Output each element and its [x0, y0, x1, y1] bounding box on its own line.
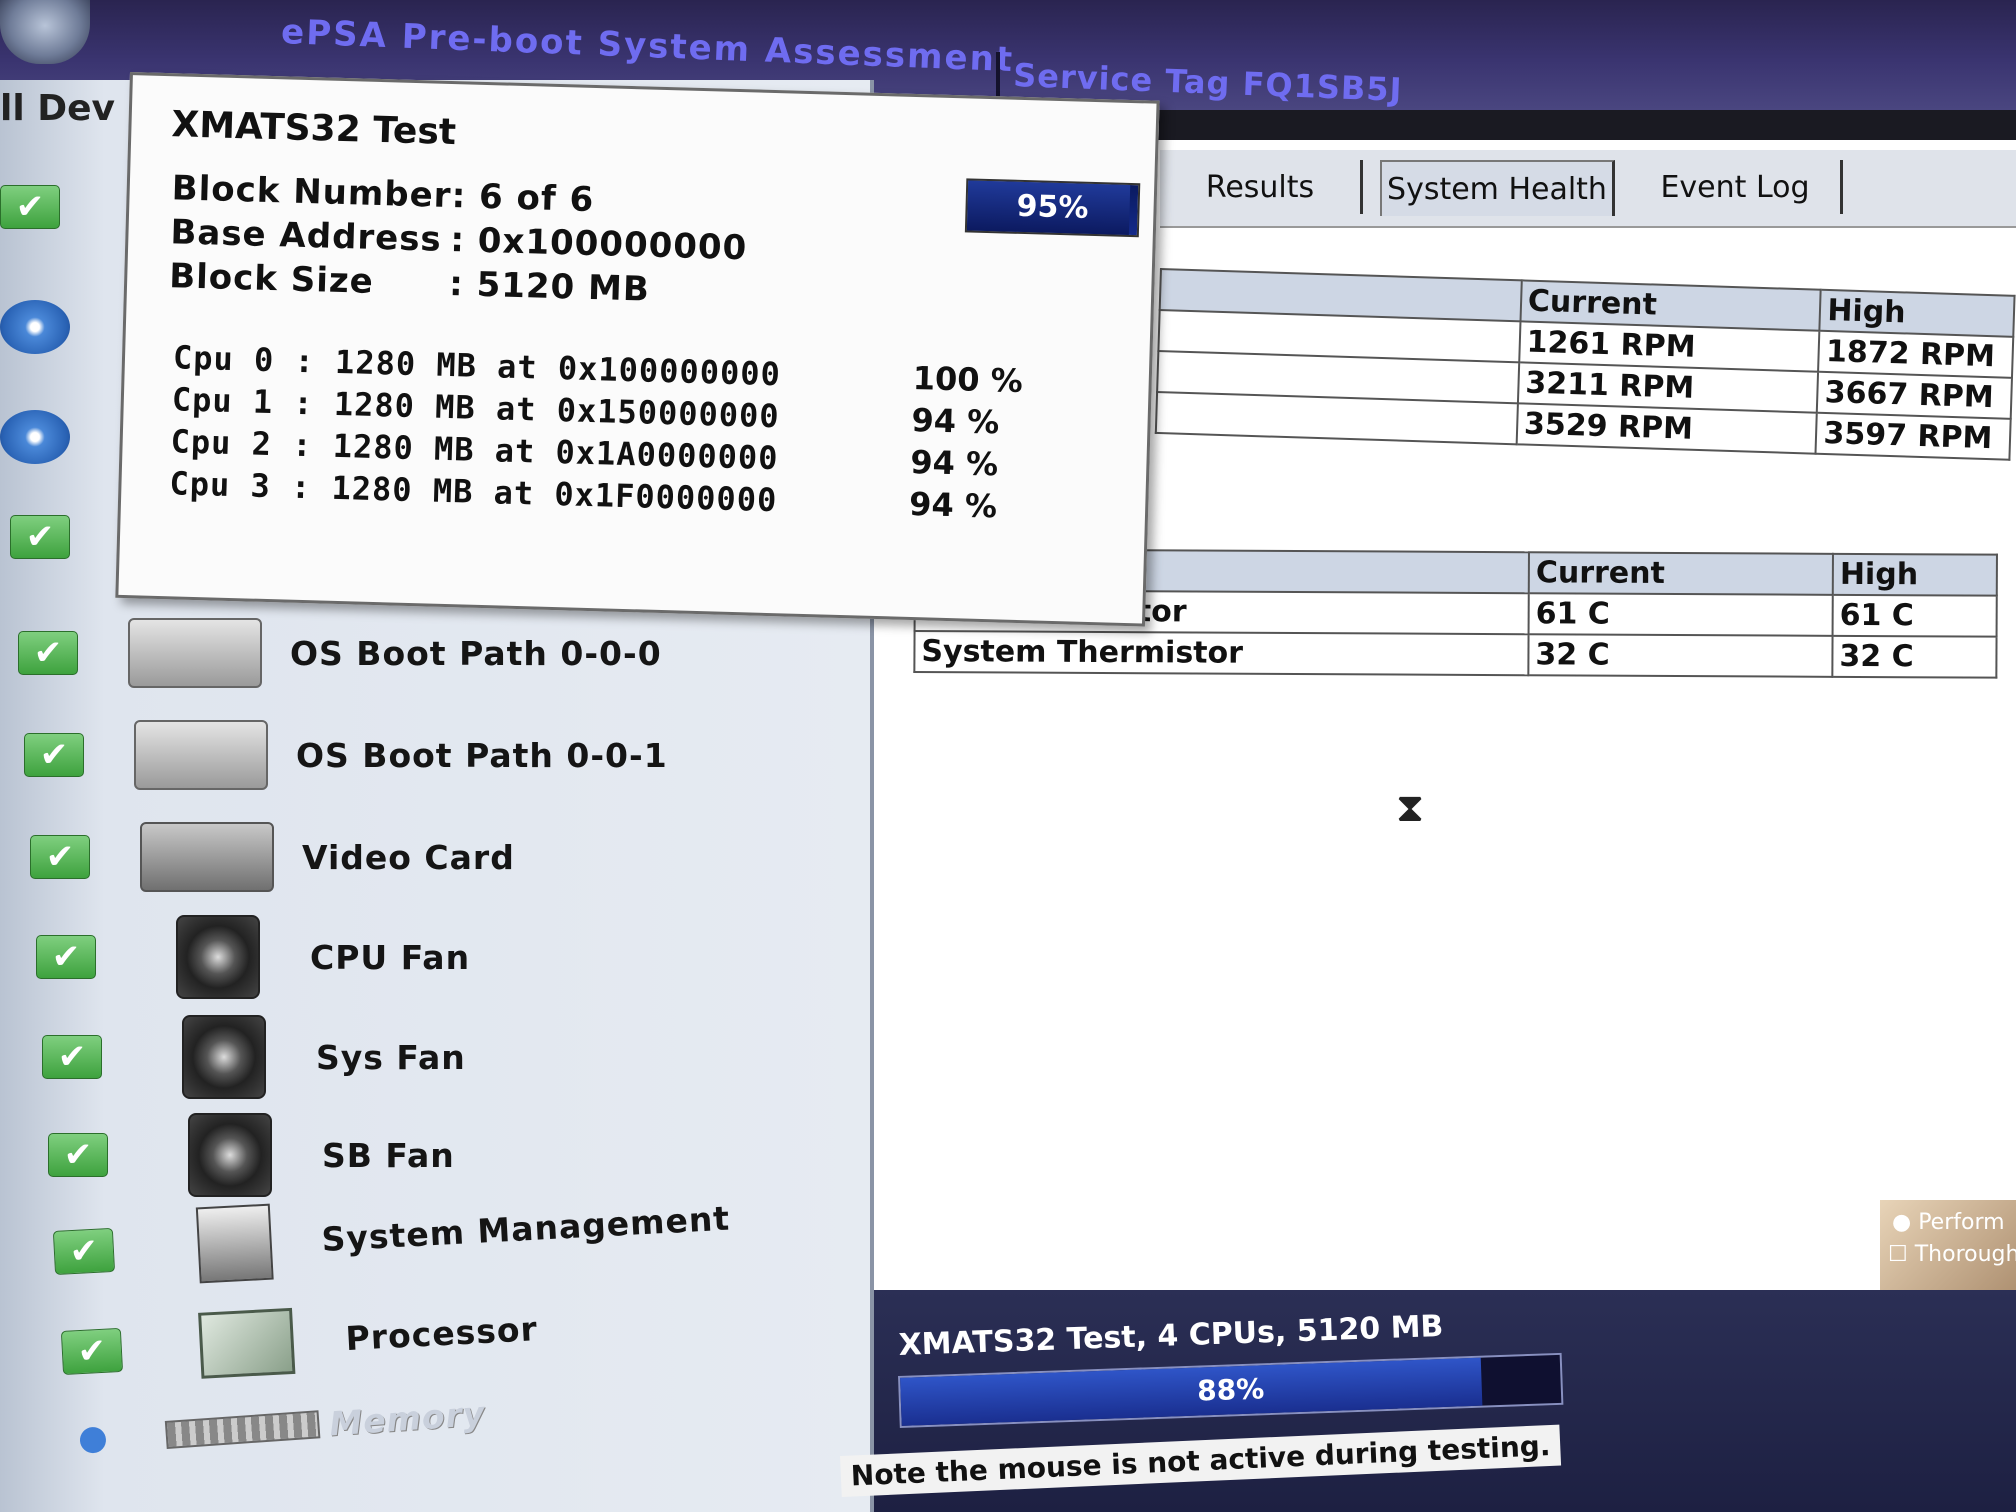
- base-address-label: Base Address: [169, 212, 443, 260]
- cpu-percent: 100 %: [912, 358, 1024, 401]
- table-cell-high: 32 C: [1832, 635, 1997, 678]
- title-separator: [996, 52, 1000, 100]
- check-icon: ✔: [36, 935, 96, 979]
- perform-option[interactable]: ● Perform: [1892, 1210, 2005, 1235]
- check-icon: ✔: [18, 631, 78, 675]
- device-label: OS Boot Path 0-0-1: [296, 735, 668, 775]
- device-label: Video Card: [302, 837, 515, 877]
- table-header-current: Current: [1528, 552, 1833, 595]
- video-card-icon: [140, 822, 274, 892]
- table-cell-high: 3597 RPM: [1815, 412, 2011, 460]
- device-row-hidden-1[interactable]: ✔: [0, 170, 60, 244]
- device-row-os-boot-0[interactable]: ✔ OS Boot Path 0-0-0: [18, 616, 662, 690]
- perform-label: Perform: [1918, 1210, 2005, 1235]
- fan-icon: [188, 1113, 272, 1197]
- block-size-label: Block Size: [168, 256, 375, 302]
- check-icon: ✔: [60, 1327, 124, 1375]
- in-progress-dot-icon: [79, 1426, 107, 1454]
- thorough-option[interactable]: ☐ Thorough: [1888, 1242, 2016, 1267]
- check-icon: ✔: [42, 1035, 102, 1079]
- table-row: System Thermistor 32 C 32 C: [914, 631, 1997, 678]
- checkbox-icon: ☐: [1888, 1242, 1908, 1267]
- tab-system-health[interactable]: System Health: [1380, 160, 1615, 216]
- table-cell-high: 61 C: [1832, 594, 1997, 637]
- check-icon: ✔: [30, 835, 90, 879]
- device-row-hidden-4[interactable]: ✔: [10, 500, 70, 574]
- cpu-percent: 94 %: [909, 442, 999, 484]
- dialog-progress-bar: 95%: [964, 178, 1141, 238]
- device-row-hidden-3[interactable]: [0, 400, 70, 474]
- cpu-percent: 94 %: [908, 484, 998, 526]
- tab-results[interactable]: Results: [1160, 160, 1363, 214]
- hourglass-icon: ⧗: [1396, 785, 1425, 831]
- device-row-video-card[interactable]: ✔ Video Card: [30, 820, 515, 894]
- app-title: ePSA Pre-boot System Assessment: [280, 12, 1015, 81]
- radio-icon: ●: [1892, 1210, 1912, 1235]
- device-list-header: ll Dev: [0, 88, 115, 129]
- block-number-value: : 6 of 6: [451, 176, 595, 221]
- drive-icon: [134, 720, 268, 790]
- check-icon: ✔: [52, 1227, 116, 1275]
- device-row-hidden-2[interactable]: [0, 290, 70, 364]
- table-cell-current: 3529 RPM: [1516, 403, 1818, 454]
- table-header-high: High: [1832, 553, 1997, 596]
- device-row-sb-fan[interactable]: ✔ SB Fan: [48, 1113, 455, 1197]
- dialog-title: XMATS32 Test: [170, 104, 457, 154]
- device-label: System Management: [320, 1198, 731, 1259]
- fan-table: Current High 1261 RPM 1872 RPM 3211 RPM …: [1155, 268, 2016, 461]
- table-cell-current: 61 C: [1528, 593, 1833, 636]
- check-icon: ✔: [10, 515, 70, 559]
- device-row-sys-fan[interactable]: ✔ Sys Fan: [42, 1015, 466, 1099]
- alien-logo-icon: [0, 0, 90, 64]
- thorough-label: Thorough: [1914, 1242, 2016, 1267]
- device-label: CPU Fan: [310, 937, 471, 977]
- cpu-percent: 94 %: [911, 400, 1000, 442]
- memory-icon: [164, 1410, 321, 1449]
- device-label: OS Boot Path 0-0-0: [290, 633, 662, 673]
- check-icon: ✔: [0, 185, 60, 229]
- base-address-value: : 0x100000000: [449, 220, 748, 269]
- tab-bar: Results System Health Event Log: [1160, 150, 2016, 228]
- table-cell-high: 3667 RPM: [1817, 371, 2012, 419]
- processor-icon: [198, 1307, 296, 1379]
- table-cell-current: 32 C: [1528, 634, 1833, 677]
- block-size-value: : 5120 MB: [448, 264, 651, 310]
- device-label: Memory: [328, 1393, 487, 1444]
- device-label: SB Fan: [322, 1135, 455, 1175]
- tab-event-log[interactable]: Event Log: [1630, 160, 1843, 214]
- table-cell-name: System Thermistor: [914, 631, 1529, 676]
- table-cell-high: 1872 RPM: [1818, 330, 2014, 378]
- status-dot-icon: [0, 410, 70, 464]
- block-number-label: Block Number: [171, 168, 453, 217]
- device-row-os-boot-1[interactable]: ✔ OS Boot Path 0-0-1: [24, 718, 668, 792]
- fan-icon: [182, 1015, 266, 1099]
- drive-icon: [128, 618, 262, 688]
- xmats32-dialog: XMATS32 Test 95% Block Number : 6 of 6 B…: [115, 72, 1160, 627]
- device-row-cpu-fan[interactable]: ✔ CPU Fan: [36, 915, 471, 999]
- check-icon: ✔: [24, 733, 84, 777]
- fan-icon: [176, 915, 260, 999]
- check-icon: ✔: [48, 1133, 108, 1177]
- device-label: Processor: [344, 1308, 539, 1358]
- device-label: Sys Fan: [316, 1037, 466, 1077]
- dialog-progress-percent: 95%: [1016, 188, 1089, 226]
- system-management-icon: [195, 1203, 274, 1284]
- table-header-high: High: [1819, 289, 2015, 337]
- status-dot-icon: [0, 300, 70, 354]
